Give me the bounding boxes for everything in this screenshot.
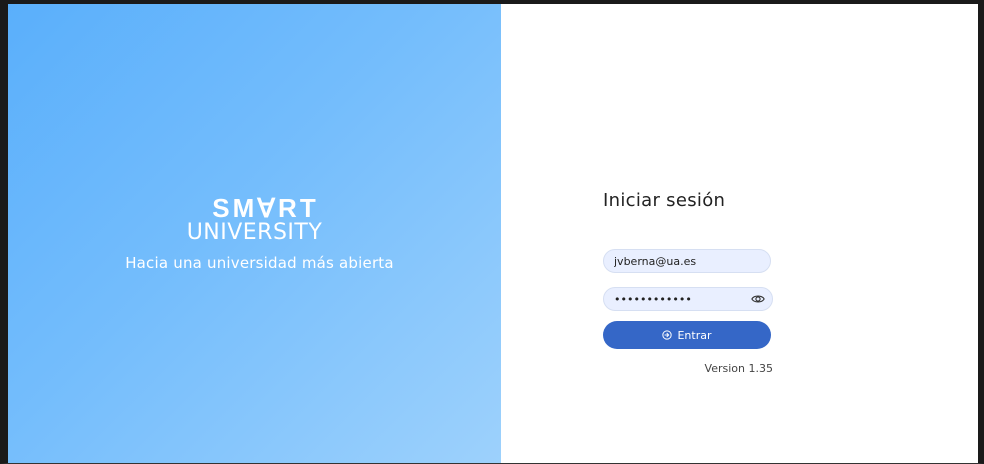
enter-icon <box>662 330 673 340</box>
login-panel: Iniciar sesión Entrar Version 1.35 <box>501 4 976 463</box>
email-field[interactable] <box>603 249 771 273</box>
tagline: Hacia una universidad más abierta <box>125 254 394 272</box>
password-field[interactable] <box>603 287 773 311</box>
logo-smart: SMⱯRT <box>212 193 319 223</box>
login-title: Iniciar sesión <box>603 190 726 211</box>
logo-university: UNIVERSITY <box>186 220 323 245</box>
version-label: Version 1.35 <box>704 362 773 375</box>
brand-block: SMⱯRT UNIVERSITY Hacia una universidad m… <box>8 194 501 272</box>
eye-icon[interactable] <box>751 292 765 306</box>
password-field-wrapper <box>603 287 773 311</box>
login-button[interactable]: Entrar <box>603 321 771 349</box>
login-button-label: Entrar <box>677 328 712 342</box>
brand-panel: SMⱯRT UNIVERSITY Hacia una universidad m… <box>8 4 501 463</box>
